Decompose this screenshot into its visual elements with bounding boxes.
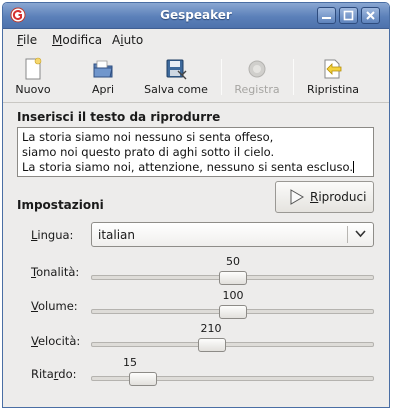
chevron-down-icon (355, 230, 366, 238)
save-as-icon (166, 59, 187, 80)
play-button[interactable]: Riproduci (275, 181, 374, 213)
menu-modifica-mnemonic: M (52, 33, 63, 47)
speed-label-rest: elocità: (37, 334, 81, 348)
delay-label-rest: do: (58, 367, 77, 381)
menu-file[interactable]: File (17, 33, 37, 47)
combo-divider (347, 226, 348, 243)
play-icon (290, 189, 304, 205)
maximize-button[interactable] (339, 7, 358, 24)
speed-slider-track[interactable] (91, 342, 374, 347)
minimize-icon (322, 17, 331, 19)
menu-aiuto-label-start: A (112, 33, 121, 47)
text-line: La storia siamo noi, attenzione, nessuno… (22, 160, 353, 174)
play-button-label: Riproduci (310, 190, 366, 204)
text-line-with-caret: La storia siamo noi, attenzione, nessuno… (22, 160, 369, 175)
delay-value: 15 (123, 356, 137, 369)
record-button-label: Registra (234, 83, 280, 96)
menu-modifica-label: odifica (62, 33, 103, 47)
revert-button-label: Ripristina (306, 83, 360, 96)
volume-label: Volume: (31, 299, 78, 313)
menu-aiuto[interactable]: Aiuto (112, 33, 143, 47)
pitch-label: Tonalità: (31, 265, 79, 279)
volume-label-rest: olume: (37, 299, 78, 313)
new-document-icon (25, 57, 42, 80)
settings-title: Impostazioni (17, 198, 104, 212)
pitch-label-rest: onalità: (36, 265, 80, 279)
revert-button[interactable]: Ripristina (303, 55, 363, 99)
pitch-value: 50 (226, 255, 240, 268)
text-line: La storia siamo noi nessuno si senta off… (22, 130, 274, 144)
revert-icon (324, 59, 342, 79)
toolbar: Nuovo Apri Salva come Registra Ripristin… (3, 51, 389, 103)
text-line: siamo noi questo prato di aghi sotto il … (22, 145, 275, 159)
toolbar-separator (221, 59, 222, 95)
pitch-slider-handle[interactable] (218, 271, 247, 285)
maximize-icon (343, 10, 354, 21)
menu-file-label: ile (23, 33, 38, 47)
record-icon (248, 60, 266, 78)
close-button[interactable] (361, 7, 380, 24)
speed-label-mnemonic: V (31, 334, 38, 348)
language-value: italian (98, 228, 136, 242)
open-button[interactable]: Apri (83, 55, 123, 99)
new-button[interactable]: Nuovo (11, 55, 55, 99)
menu-bar: File Modifica Aiuto (3, 30, 389, 50)
delay-slider-handle[interactable] (129, 372, 158, 386)
menu-aiuto-label: uto (123, 33, 144, 47)
toolbar-separator (293, 59, 294, 95)
volume-slider-handle[interactable] (218, 305, 247, 319)
menu-modifica[interactable]: Modifica (52, 33, 102, 47)
language-label-rest: ingua: (37, 228, 74, 242)
speed-value: 210 (200, 322, 222, 335)
title-bar[interactable]: Gespeaker (3, 3, 389, 29)
save-as-button[interactable]: Salva come (139, 55, 213, 99)
record-button[interactable]: Registra (229, 55, 285, 99)
text-section-title: Inserisci il testo da riprodurre (17, 110, 221, 124)
delay-label-start: Rita (31, 367, 54, 381)
open-button-label: Apri (91, 83, 115, 96)
text-input[interactable]: La storia siamo noi nessuno si senta off… (17, 127, 374, 177)
speed-label: Velocità: (31, 334, 80, 348)
open-folder-icon (93, 60, 113, 78)
delay-label: Ritardo: (31, 367, 77, 381)
minimize-button[interactable] (317, 7, 336, 24)
volume-label-mnemonic: V (31, 299, 38, 313)
volume-value: 100 (222, 289, 244, 302)
speed-slider-handle[interactable] (198, 338, 227, 352)
language-select[interactable]: italian (91, 222, 374, 247)
close-icon (366, 11, 375, 20)
main-window: Gespeaker File Modifica Aiuto Nuovo Apri… (2, 2, 390, 408)
new-button-label: Nuovo (15, 83, 51, 96)
play-button-label-rest: iproduci (318, 190, 367, 204)
language-label: Lingua: (31, 228, 73, 242)
save-as-button-label: Salva come (144, 83, 208, 96)
text-caret (352, 161, 354, 173)
